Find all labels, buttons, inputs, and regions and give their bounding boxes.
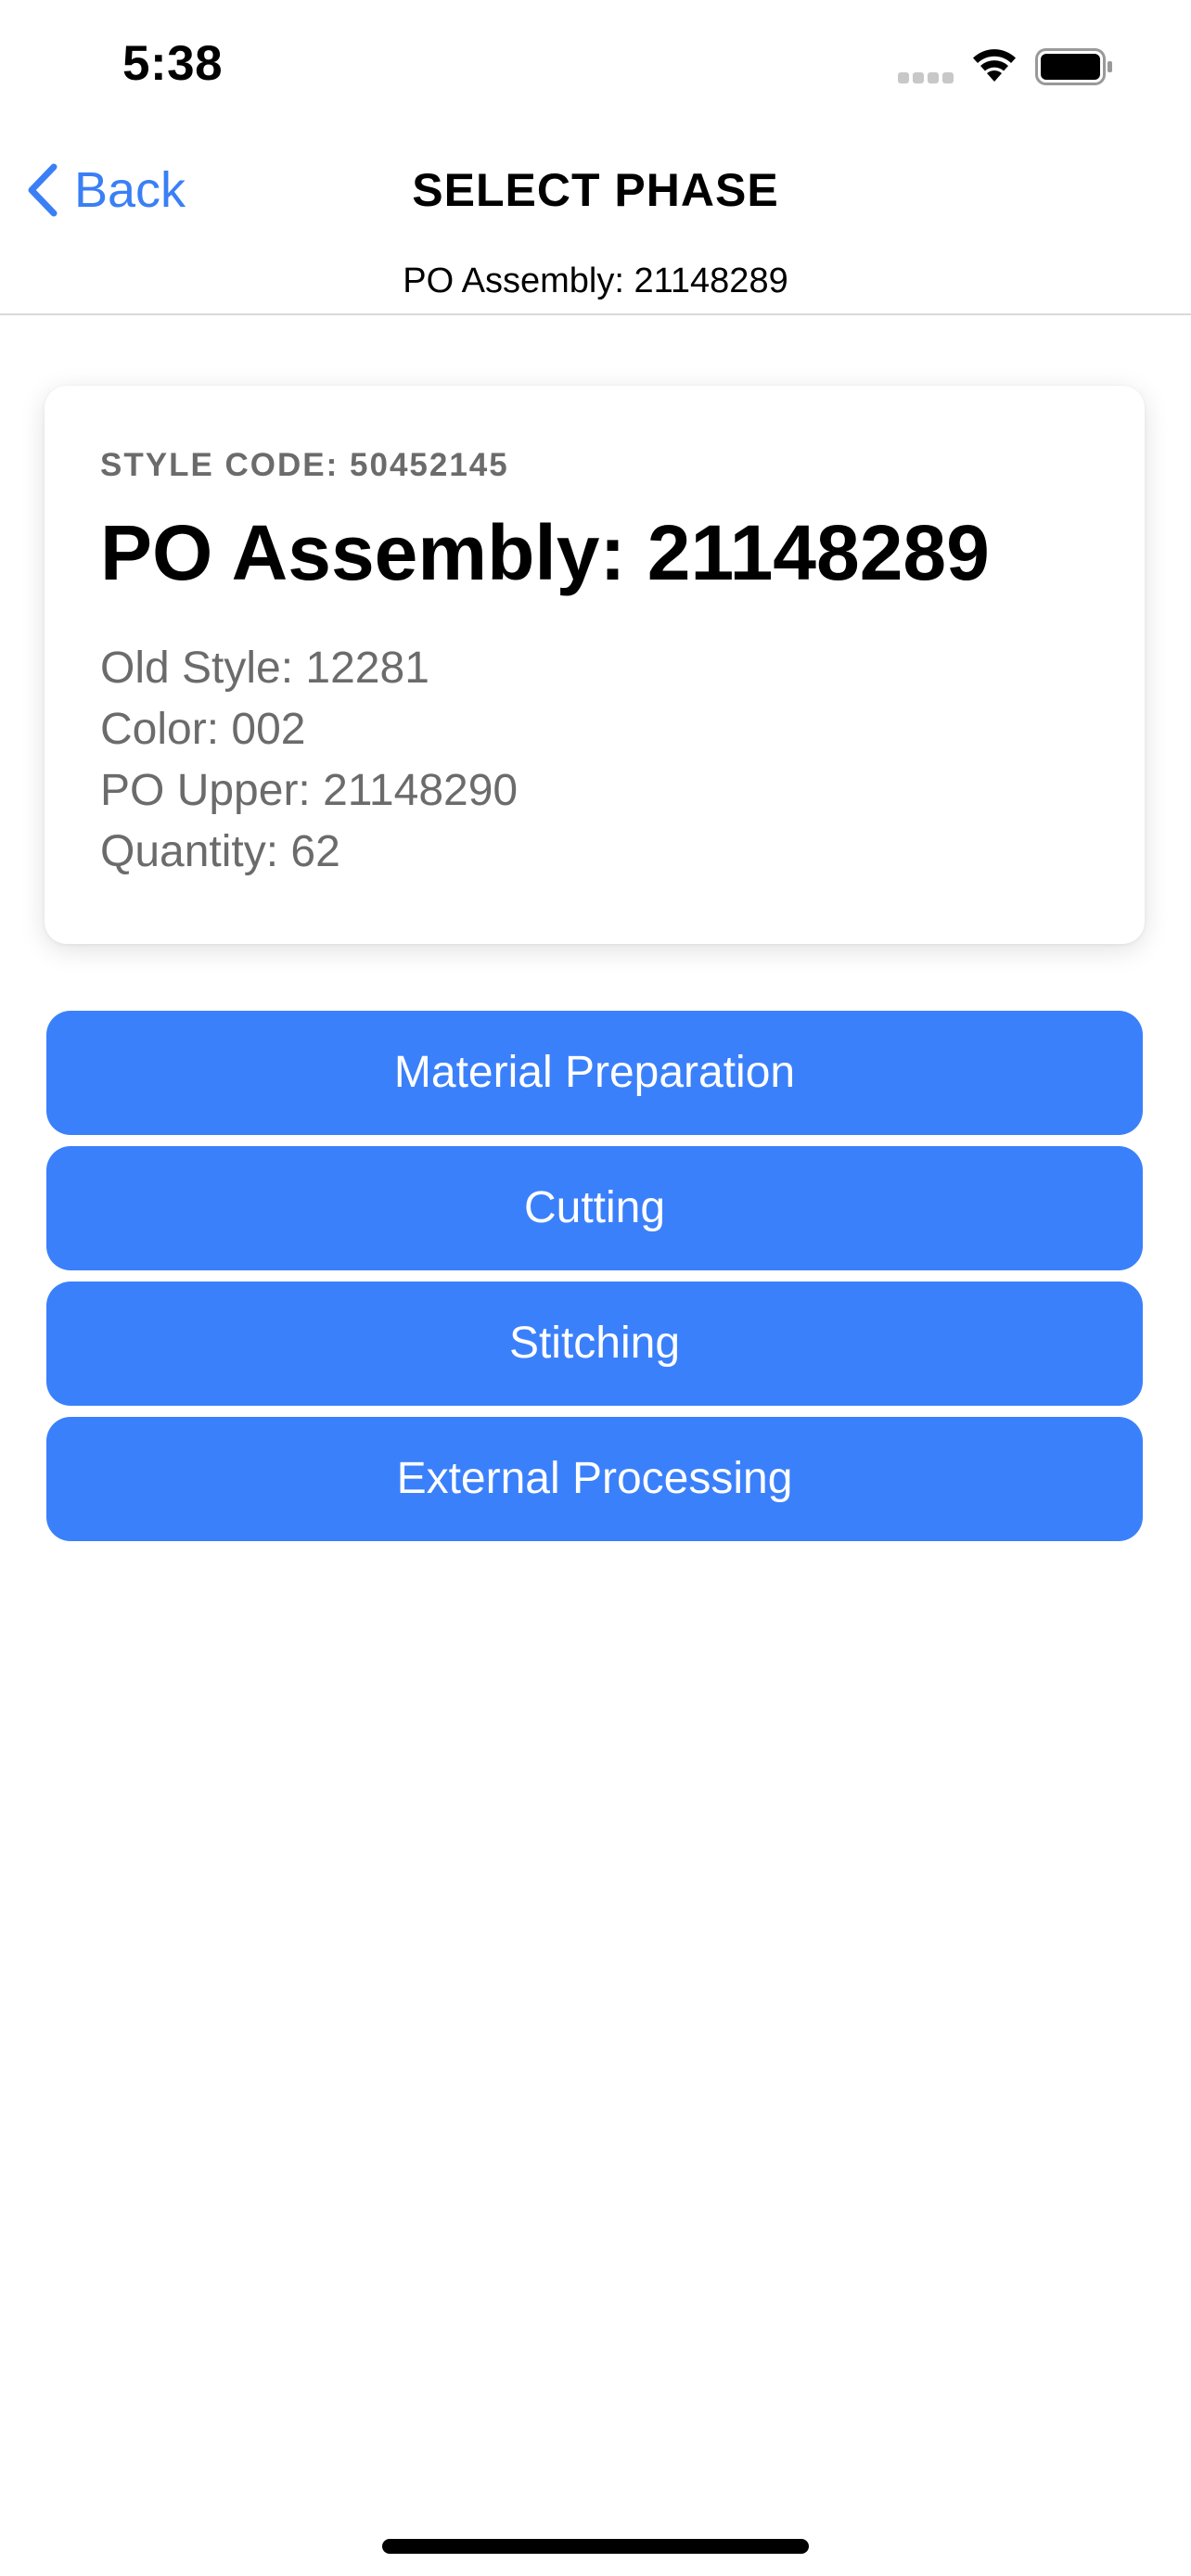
phase-button-cutting[interactable]: Cutting (46, 1146, 1143, 1270)
status-time: 5:38 (122, 36, 224, 91)
select-phase-screen: 5:38 Back SELECT PHASE PO Assembly: 2114 (0, 0, 1191, 2576)
color-detail: Color: 002 (100, 705, 306, 754)
page-title: SELECT PHASE (412, 164, 779, 216)
po-detail-list: Old Style: 12281 Color: 002 PO Upper: 21… (100, 638, 1089, 883)
home-indicator[interactable] (382, 2539, 809, 2554)
page-subtitle: PO Assembly: 21148289 (403, 261, 788, 300)
quantity-detail: Quantity: 62 (100, 827, 340, 876)
style-code-label: STYLE CODE: 50452145 (100, 447, 509, 483)
phase-button-material-preparation[interactable]: Material Preparation (46, 1011, 1143, 1135)
battery-icon (1035, 48, 1112, 85)
phase-button-external-processing[interactable]: External Processing (46, 1417, 1143, 1541)
old-style-detail: Old Style: 12281 (100, 644, 429, 693)
po-info-card: STYLE CODE: 50452145 PO Assembly: 211482… (45, 386, 1145, 944)
wifi-icon (973, 49, 1016, 82)
phase-button-stitching[interactable]: Stitching (46, 1282, 1143, 1406)
phase-button-list: Material Preparation Cutting Stitching E… (46, 1011, 1143, 1552)
po-assembly-title: PO Assembly: 21148289 (100, 509, 990, 596)
cellular-signal-icon (898, 72, 954, 83)
status-bar: 5:38 (0, 0, 1191, 130)
po-upper-detail: PO Upper: 21148290 (100, 766, 519, 815)
navigation-bar: Back SELECT PHASE PO Assembly: 21148289 (0, 130, 1191, 315)
